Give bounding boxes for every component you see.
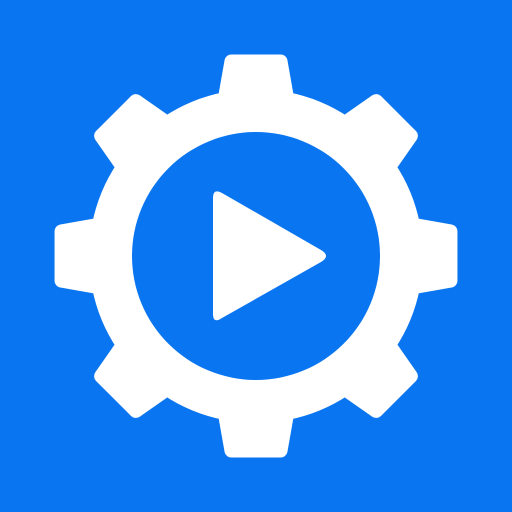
app-icon: [0, 0, 512, 512]
gear-play-icon: [0, 0, 512, 512]
